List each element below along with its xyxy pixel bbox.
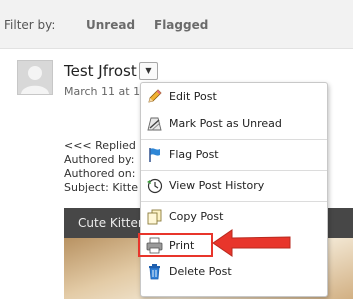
print-highlight-box: [138, 233, 213, 257]
pointer-arrow-icon: [212, 229, 291, 257]
attachment-title: Cute Kitten: [78, 216, 146, 230]
menu-item-delete-post[interactable]: Delete Post: [141, 260, 327, 284]
trash-icon: [149, 264, 160, 280]
menu-divider: [141, 170, 327, 171]
filter-unread-link[interactable]: Unread: [86, 18, 135, 32]
post-actions-menu: Edit Post Mark Post as Unread Flag Post …: [140, 82, 328, 297]
post-author[interactable]: Test Jfrost: [64, 62, 137, 80]
filter-bar: Filter by: Unread Flagged: [0, 0, 353, 49]
history-icon: [147, 178, 163, 194]
avatar: [17, 60, 53, 95]
menu-item-label: Flag Post: [169, 148, 219, 161]
menu-item-label: Delete Post: [169, 265, 232, 278]
post-body-line-2: Authored by:: [64, 153, 135, 166]
post-actions-dropdown-button[interactable]: ▼: [139, 62, 158, 80]
menu-divider: [141, 201, 327, 202]
copy-icon: [147, 209, 162, 225]
filter-flagged-link[interactable]: Flagged: [154, 18, 208, 32]
post-date: March 11 at 1: [64, 85, 141, 98]
menu-divider: [141, 139, 327, 140]
flag-icon: [149, 148, 160, 162]
menu-item-label: Mark Post as Unread: [169, 117, 282, 130]
user-silhouette-icon: [21, 66, 49, 94]
menu-item-edit-post[interactable]: Edit Post: [141, 85, 327, 109]
menu-item-label: View Post History: [169, 179, 265, 192]
menu-item-flag-post[interactable]: Flag Post: [141, 143, 327, 167]
menu-item-label: Copy Post: [169, 210, 224, 223]
menu-item-view-history[interactable]: View Post History: [141, 174, 327, 198]
mark-unread-icon: [147, 117, 162, 131]
post-body-line-4: Subject: Kitte: [64, 181, 138, 194]
pencil-icon: [148, 89, 162, 103]
menu-item-label: Edit Post: [169, 90, 217, 103]
chevron-down-icon: ▼: [145, 66, 152, 75]
post-body-line-3: Authored on:: [64, 167, 136, 180]
post-body-line-1: <<< Replied: [64, 139, 136, 152]
menu-item-mark-unread[interactable]: Mark Post as Unread: [141, 112, 327, 136]
filter-label: Filter by:: [4, 18, 56, 32]
